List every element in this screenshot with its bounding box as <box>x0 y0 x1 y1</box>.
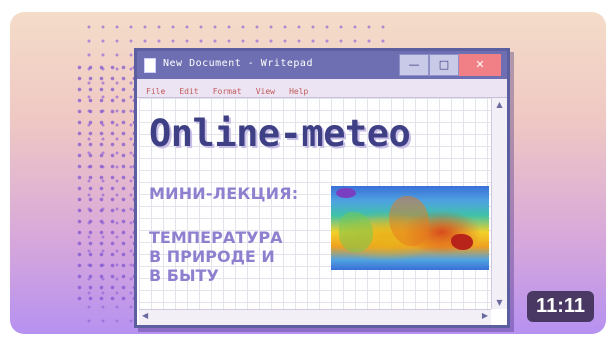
headline: Online-meteo <box>149 112 411 155</box>
horizontal-scrollbar[interactable]: ◀ ▶ <box>139 309 491 325</box>
temperature-map-image <box>331 186 489 270</box>
vertical-scrollbar[interactable]: ▲ ▼ <box>491 98 507 309</box>
document-content: Online-meteo МИНИ-ЛЕКЦИЯ: ТЕМПЕРАТУРА В … <box>139 98 491 309</box>
close-button[interactable]: ✕ <box>459 54 501 76</box>
map-australia <box>451 234 473 250</box>
video-duration-badge: 11:11 <box>527 291 594 322</box>
lecture-title-line: ТЕМПЕРАТУРА <box>149 228 283 247</box>
window-title-bar: New Document - Writepad — □ ✕ <box>137 51 507 79</box>
map-land <box>389 196 429 246</box>
maximize-button[interactable]: □ <box>429 54 459 76</box>
document-icon <box>144 58 156 73</box>
lecture-title-line: В ПРИРОДЕ И <box>149 247 275 266</box>
scroll-up-icon[interactable]: ▲ <box>492 100 507 109</box>
scroll-down-icon[interactable]: ▼ <box>492 298 507 307</box>
video-thumbnail[interactable]: New Document - Writepad — □ ✕ File Edit … <box>10 12 606 334</box>
window-title: New Document - Writepad <box>163 58 313 69</box>
lecture-title: ТЕМПЕРАТУРА В ПРИРОДЕ И В БЫТУ <box>149 228 283 285</box>
scroll-left-icon[interactable]: ◀ <box>142 311 148 320</box>
map-swirl <box>336 188 356 198</box>
writepad-window: New Document - Writepad — □ ✕ File Edit … <box>134 48 510 328</box>
dot-pattern-accent <box>74 62 134 302</box>
lecture-title-line: В БЫТУ <box>149 266 219 285</box>
minimize-button[interactable]: — <box>399 54 429 76</box>
lecture-subtitle: МИНИ-ЛЕКЦИЯ: <box>149 184 299 203</box>
map-land <box>339 212 373 252</box>
menu-bar: File Edit Format View Help <box>137 79 507 98</box>
scroll-right-icon[interactable]: ▶ <box>482 311 488 320</box>
